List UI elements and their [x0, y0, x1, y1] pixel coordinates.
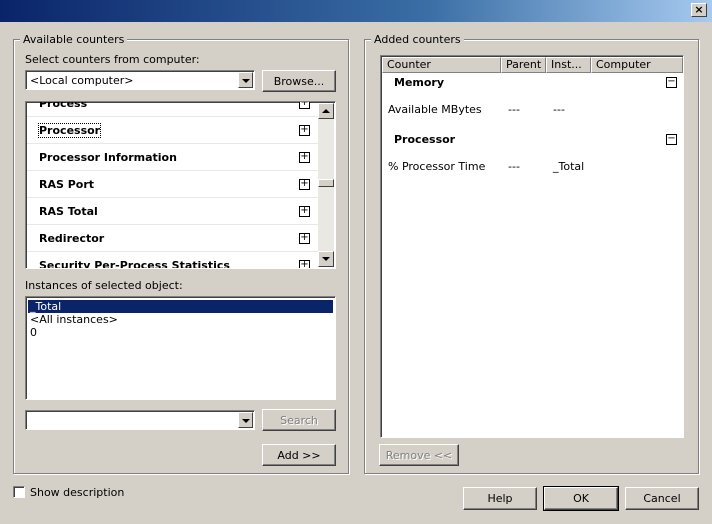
instance-cell: _Total — [553, 160, 585, 173]
counter-item-label: Processor — [37, 123, 102, 138]
counter-item-label: Redirector — [39, 232, 105, 245]
expand-icon[interactable]: + — [299, 260, 310, 268]
instance-cell: --- — [553, 103, 565, 116]
scroll-up-icon[interactable] — [318, 103, 334, 119]
instances-label: Instances of selected object: — [25, 279, 183, 292]
counter-item-label: Process — [39, 101, 88, 110]
table-row[interactable]: Available MBytes --- --- — [382, 99, 682, 119]
ok-button[interactable]: OK — [543, 486, 619, 511]
expand-icon[interactable]: + — [299, 179, 310, 190]
instances-list[interactable]: _Total <All instances> 0 — [25, 296, 336, 400]
chevron-down-icon[interactable] — [238, 412, 253, 428]
title-bar: × — [0, 0, 712, 22]
counter-cell: Available MBytes — [388, 103, 482, 116]
counter-item-processor[interactable]: Processor + — [27, 117, 318, 144]
chevron-down-icon[interactable] — [238, 72, 253, 88]
show-description-checkbox[interactable] — [13, 486, 25, 498]
counter-item-ras-total[interactable]: RAS Total + — [27, 198, 318, 225]
expand-icon[interactable]: + — [299, 233, 310, 244]
added-counters-legend: Added counters — [371, 33, 464, 46]
show-description-label[interactable]: Show description — [30, 486, 124, 499]
search-button[interactable]: Search — [262, 409, 336, 431]
counter-item-ras-port[interactable]: RAS Port + — [27, 171, 318, 198]
added-group-processor[interactable]: Processor − — [382, 128, 682, 152]
add-button[interactable]: Add >> — [262, 444, 336, 466]
instance-item[interactable]: 0 — [28, 326, 333, 339]
counter-item-label: RAS Port — [39, 178, 95, 191]
scroll-down-icon[interactable] — [318, 251, 334, 267]
added-group-memory[interactable]: Memory − — [382, 71, 682, 95]
cancel-button[interactable]: Cancel — [625, 487, 699, 510]
counter-item-process[interactable]: Process + — [27, 101, 318, 117]
instance-item[interactable]: _Total — [28, 300, 333, 313]
table-row[interactable]: % Processor Time --- _Total — [382, 156, 682, 176]
counter-item-label: RAS Total — [39, 205, 98, 218]
added-counters-table[interactable]: Counter Parent Inst... Computer Memory −… — [380, 55, 684, 438]
help-button[interactable]: Help — [463, 487, 537, 510]
counter-item-processor-information[interactable]: Processor Information + — [27, 144, 318, 171]
collapse-icon[interactable]: − — [666, 77, 677, 88]
group-name: Memory — [394, 76, 445, 89]
counters-scrollbar[interactable] — [318, 103, 334, 267]
group-name: Processor — [394, 133, 456, 146]
parent-cell: --- — [508, 103, 520, 116]
computer-combobox-value: <Local computer> — [30, 74, 134, 87]
instance-item[interactable]: <All instances> — [28, 313, 333, 326]
expand-icon[interactable]: + — [299, 125, 310, 136]
browse-button[interactable]: Browse... — [262, 70, 336, 92]
counter-item-label: Security Per-Process Statistics — [39, 259, 230, 269]
counter-item-label: Processor Information — [39, 151, 177, 164]
close-window-button[interactable]: × — [691, 3, 707, 17]
counter-cell: % Processor Time — [388, 160, 486, 173]
expand-icon[interactable]: + — [299, 102, 310, 109]
computer-combobox[interactable]: <Local computer> — [25, 70, 255, 90]
search-combobox[interactable] — [25, 410, 255, 430]
expand-icon[interactable]: + — [299, 206, 310, 217]
counter-item-security-per-process[interactable]: Security Per-Process Statistics + — [27, 252, 318, 269]
select-computer-label: Select counters from computer: — [25, 53, 200, 66]
expand-icon[interactable]: + — [299, 152, 310, 163]
available-counters-legend: Available counters — [20, 33, 128, 46]
remove-button[interactable]: Remove << — [379, 444, 459, 466]
parent-cell: --- — [508, 160, 520, 173]
scroll-thumb[interactable] — [318, 179, 334, 187]
close-icon: × — [694, 3, 704, 16]
counter-item-redirector[interactable]: Redirector + — [27, 225, 318, 252]
counters-tree-list[interactable]: Process + Processor + Processor Informat… — [25, 101, 336, 269]
collapse-icon[interactable]: − — [666, 134, 677, 145]
